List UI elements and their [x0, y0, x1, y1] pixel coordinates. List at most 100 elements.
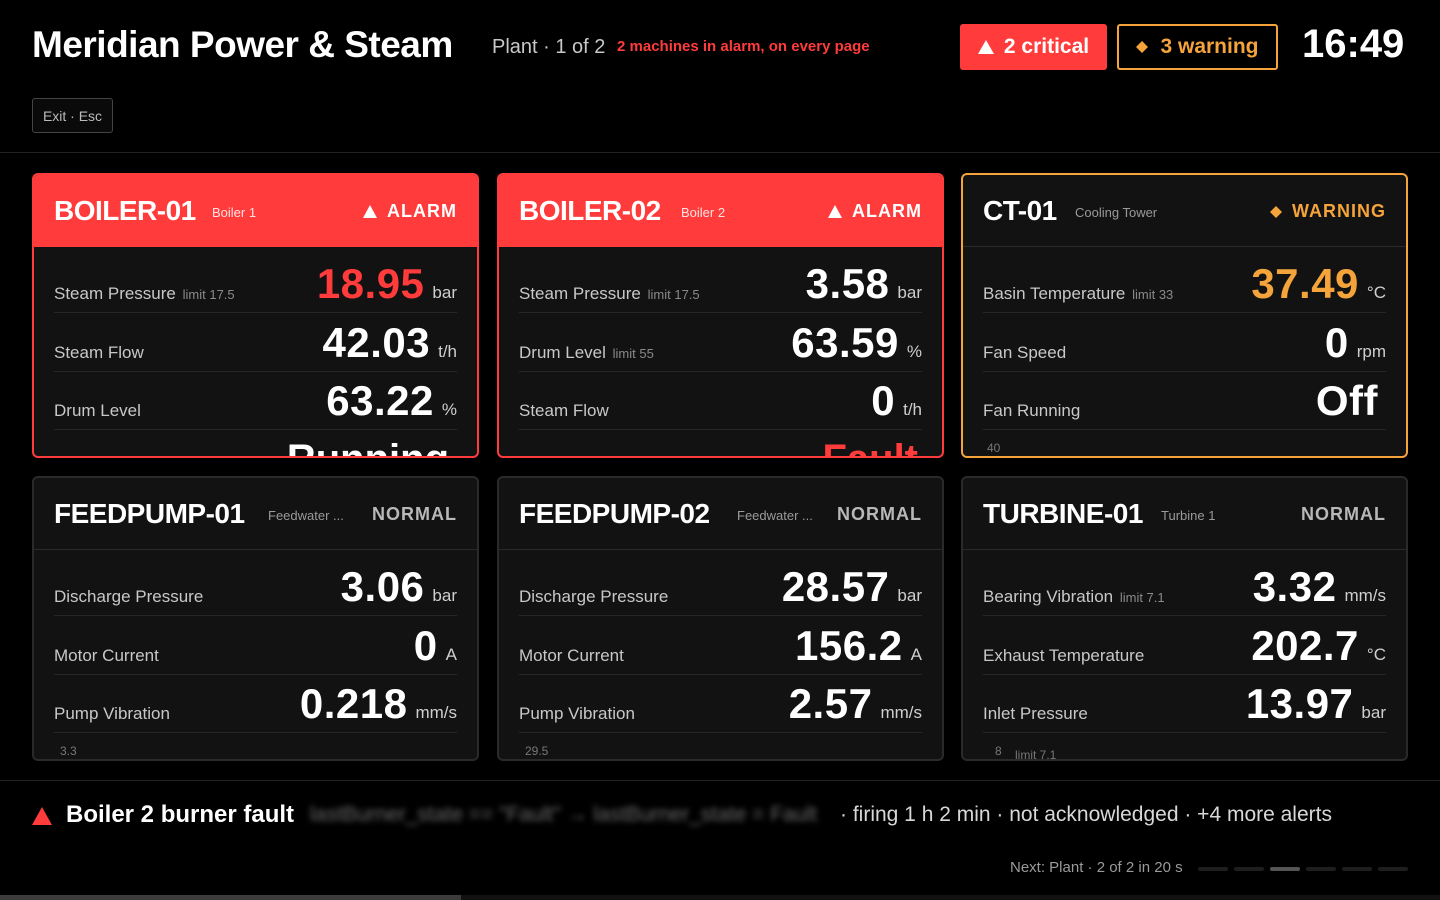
metric-label: Steam Pressure limit 17.5	[54, 284, 235, 303]
alert-title[interactable]: Boiler 2 burner fault	[66, 801, 294, 829]
machine-id: FEEDPUMP-02	[519, 498, 710, 529]
metric-label: Fan Speed	[983, 343, 1067, 362]
metric-row: Steam Pressure limit 17.5 18.95 bar	[54, 255, 457, 313]
metric-value: 63.22	[326, 377, 434, 424]
machine-subtitle: Turbine 1	[1161, 508, 1216, 523]
metric-unit: A	[910, 645, 922, 664]
machine-card-boiler-02[interactable]: BOILER-02 Boiler 2 ALARM Steam Pressure …	[497, 173, 944, 458]
header: Meridian Power & Steam Plant · 1 of 2 2 …	[0, 0, 1440, 153]
machine-subtitle: Boiler 1	[212, 205, 257, 220]
metric-row: Drum Level 63.22%	[54, 372, 457, 430]
metric-row: Bearing Vibration limit 7.1 3.32 mm/s	[983, 558, 1386, 616]
metric-value: 3.06	[340, 563, 425, 610]
metric-label: Fan Running	[983, 401, 1081, 420]
card-header: FEEDPUMP-02 Feedwater ... NORMAL	[499, 478, 942, 550]
status-label: NORMAL	[372, 504, 457, 524]
metric-limit: limit 7.1	[1119, 590, 1165, 605]
triangle-alert-icon	[363, 205, 377, 218]
status-badge: NORMAL	[1301, 504, 1386, 525]
card-header: BOILER-01 Boiler 1 ALARM	[34, 175, 477, 247]
next-page-label: Next: Plant · 2 of 2 in 20 s	[1010, 859, 1183, 876]
metric-value: 37.49	[1251, 260, 1359, 307]
status-badge: NORMAL	[372, 504, 457, 525]
page-dot	[1198, 867, 1228, 871]
clock: 16:49	[1302, 22, 1405, 66]
metric-unit: mm/s	[1344, 586, 1386, 605]
page-dot	[1378, 867, 1408, 871]
rotation-progress-fill	[0, 895, 461, 900]
metric-limit: limit 17.5	[182, 287, 235, 302]
metric-unit: mm/s	[880, 703, 922, 722]
plant-page-indicator: Plant · 1 of 2	[492, 36, 606, 58]
metric-label: Inlet Pressure	[983, 704, 1088, 723]
metric-label: Discharge Pressure	[519, 587, 669, 606]
metric-unit: %	[906, 342, 922, 361]
metric-unit: bar	[897, 586, 922, 605]
metric-unit: A	[445, 645, 457, 664]
metric-value: 202.7	[1251, 622, 1359, 669]
metric-unit: bar	[897, 283, 922, 302]
metric-value: 0	[871, 377, 896, 424]
metric-value: 13.97	[1245, 680, 1354, 727]
metric-label: Discharge Pressure	[54, 587, 204, 606]
triangle-alert-icon	[977, 40, 994, 54]
metric-row: Discharge Pressure 3.06 bar	[54, 558, 457, 616]
metric-label: Motor Current	[54, 646, 159, 665]
card-header: FEEDPUMP-01 Feedwater ... NORMAL	[34, 478, 477, 550]
machine-card-feedpump-02[interactable]: FEEDPUMP-02 Feedwater ... NORMAL Dischar…	[497, 476, 944, 761]
metric-value: 156.2	[795, 622, 903, 669]
app-title: Meridian Power & Steam	[32, 24, 453, 65]
alert-expression: lastBurner_state == "Fault" → lastBurner…	[310, 803, 817, 826]
metric-row: Fan Running Off	[983, 372, 1386, 430]
state-text: Fault	[822, 437, 918, 456]
metric-unit: bar	[432, 283, 457, 302]
page-indicator	[1198, 867, 1408, 871]
warning-count: 3 warning	[1160, 35, 1259, 58]
metric-value: 18.95	[316, 260, 425, 307]
triangle-alert-icon	[32, 807, 52, 825]
metric-label: Motor Current	[519, 646, 624, 665]
sparkline-limit-label: limit 7.1	[1015, 748, 1057, 761]
machine-id: FEEDPUMP-01	[54, 498, 245, 529]
metric-label: Pump Vibration	[519, 704, 635, 723]
critical-badge[interactable]: 2 critical	[960, 24, 1107, 70]
metric-row: Discharge Pressure 28.57 bar	[519, 558, 922, 616]
machine-card-turbine-01[interactable]: TURBINE-01 Turbine 1 NORMAL Bearing Vibr…	[961, 476, 1408, 761]
metric-row: Exhaust Temperature 202.7 °C	[983, 617, 1386, 675]
card-header: CT-01 Cooling Tower WARNING	[963, 175, 1406, 247]
status-label: NORMAL	[1301, 504, 1386, 524]
metric-value: 42.03	[322, 319, 431, 366]
triangle-alert-icon	[828, 205, 842, 218]
metric-unit: °C	[1366, 645, 1386, 664]
status-label: ALARM	[387, 201, 457, 221]
machine-card-ct-01[interactable]: CT-01 Cooling Tower WARNING Basin Temper…	[961, 173, 1408, 458]
metric-row: Drum Level limit 55 63.59%	[519, 314, 922, 372]
diamond-icon	[1270, 205, 1282, 218]
metric-label: Basin Temperature limit 33	[983, 284, 1174, 303]
metric-unit: °C	[1366, 283, 1386, 302]
status-badge: ALARM	[363, 201, 457, 222]
status-label: ALARM	[852, 201, 922, 221]
metric-limit: limit 33	[1132, 287, 1174, 302]
sparkline-label: 3.3	[60, 744, 77, 758]
metric-row: Pump Vibration 0.218 mm/s	[54, 675, 457, 733]
machine-card-feedpump-01[interactable]: FEEDPUMP-01 Feedwater ... NORMAL Dischar…	[32, 476, 479, 761]
alert-footer: Boiler 2 burner fault lastBurner_state =…	[0, 780, 1440, 900]
metric-value: 63.59	[791, 319, 899, 366]
status-badge: WARNING	[1270, 201, 1386, 222]
metric-label: Bearing Vibration limit 7.1	[983, 587, 1165, 606]
metric-value: 0	[413, 622, 438, 669]
machine-card-boiler-01[interactable]: BOILER-01 Boiler 1 ALARM Steam Pressure …	[32, 173, 479, 458]
metric-value: 28.57	[781, 563, 890, 610]
critical-count: 2 critical	[1003, 35, 1090, 58]
metric-row: Steam Flow 42.03 t/h	[54, 314, 457, 372]
metric-value: 2.57	[788, 680, 873, 727]
metric-row: Motor Current 156.2 A	[519, 617, 922, 675]
card-header: TURBINE-01 Turbine 1 NORMAL	[963, 478, 1406, 550]
warning-badge[interactable]: 3 warning	[1117, 24, 1278, 70]
machine-subtitle: Cooling Tower	[1075, 205, 1158, 220]
exit-button[interactable]: Exit · Esc	[32, 98, 113, 133]
machine-subtitle: Feedwater ...	[268, 508, 344, 523]
machine-id: TURBINE-01	[983, 498, 1143, 529]
status-badge: NORMAL	[837, 504, 922, 525]
